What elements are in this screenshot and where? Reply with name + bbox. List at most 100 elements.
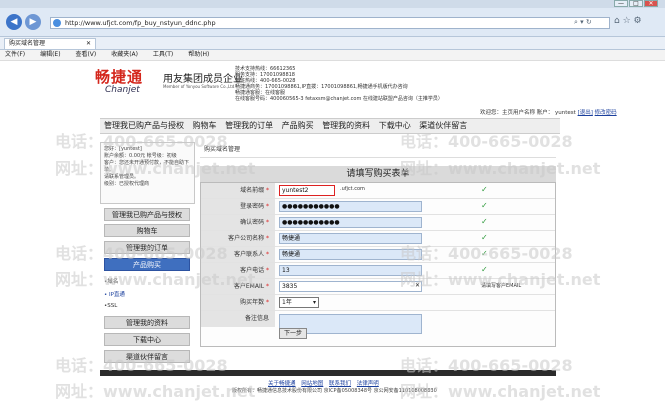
- tab-title: 购买域名管理: [9, 40, 46, 47]
- home-star-gear-icons[interactable]: ⌂ ☆ ⚙: [614, 16, 642, 26]
- next-button[interactable]: 下一步: [279, 328, 307, 339]
- footer-divider: [100, 370, 556, 376]
- user-greeting: 您好：[yuntest]: [104, 146, 142, 152]
- menu-bar: 文件(F) 编辑(E) 查看(V) 收藏夹(A) 工具(T) 帮助(H): [0, 50, 665, 61]
- account-name: yuntest: [555, 110, 576, 116]
- nav-download[interactable]: 下载中心: [379, 121, 411, 130]
- company-label: 客户公司名称 *: [201, 231, 275, 246]
- minimize-button[interactable]: —: [614, 0, 628, 7]
- nav-cart[interactable]: 购物车: [193, 121, 217, 130]
- row-years: 购买年数 * 1年 ▾: [201, 295, 555, 311]
- sidebar-item-orders[interactable]: 管理我的订单: [104, 241, 190, 254]
- sidebar-sub-ip[interactable]: • IP直通: [104, 290, 125, 298]
- top-navigation: 管理我已购产品与授权 购物车 管理我的订单 产品购买 管理我的资料 下载中心 渠…: [100, 118, 560, 134]
- check-icon: ✓: [481, 217, 488, 226]
- contact-input[interactable]: 畅捷通: [279, 249, 422, 260]
- menu-view[interactable]: 查看(V): [75, 51, 96, 58]
- row-password: 登录密码 * ●●●●●●●●●●● ✓: [201, 199, 555, 215]
- close-window-button[interactable]: ✕: [644, 0, 658, 7]
- domain-suffix: .ufjct.com: [340, 186, 365, 192]
- window-titlebar: [0, 0, 665, 8]
- forward-arrow-icon[interactable]: ▶: [25, 14, 41, 30]
- years-selected-value: 1年: [282, 299, 292, 306]
- password-input[interactable]: ●●●●●●●●●●●: [279, 201, 422, 212]
- user-info-box: 您好：[yuntest] 账户余额：0.00元 帐号级：初级 客户：您还未开通预…: [100, 142, 195, 204]
- menu-tools[interactable]: 工具(T): [153, 51, 173, 58]
- back-arrow-icon[interactable]: ◀: [6, 14, 22, 30]
- chanjet-logo-en: Chanjet: [105, 85, 140, 95]
- user-notice-2: 请联系管理员。: [104, 174, 140, 180]
- contact-label: 客户联系人 *: [201, 247, 275, 262]
- logout-link[interactable]: [退出]: [578, 110, 593, 116]
- tab-close-icon[interactable]: ✕: [86, 39, 91, 49]
- check-icon: ✓: [481, 249, 488, 258]
- maximize-button[interactable]: □: [629, 0, 643, 7]
- domain-label: 域名前缀 *: [201, 183, 275, 198]
- check-icon: ✓: [481, 201, 488, 210]
- row-remark: 备注信息: [201, 311, 555, 334]
- chanjet-logo: 畅捷通: [95, 68, 144, 86]
- row-email: 客户EMAIL * 3835 ✕ 请填写客户EMAIL: [201, 279, 555, 295]
- email-label: 客户EMAIL *: [201, 279, 275, 294]
- menu-file[interactable]: 文件(F): [5, 51, 25, 58]
- tab-domain-management[interactable]: 购买域名管理 ✕: [4, 38, 96, 49]
- company-input[interactable]: 畅捷通: [279, 233, 422, 244]
- nav-licenses[interactable]: 管理我已购产品与授权: [104, 121, 184, 130]
- confirm-password-label: 确认密码 *: [201, 215, 275, 230]
- row-contact: 客户联系人 * 畅捷通 ✓: [201, 247, 555, 263]
- check-icon: ✓: [481, 265, 488, 274]
- email-hint: 请填写客户EMAIL: [481, 283, 522, 289]
- ie-page-icon: [53, 19, 61, 27]
- confirm-password-input[interactable]: ●●●●●●●●●●●: [279, 217, 422, 228]
- support-line: 在线客服号码：400060565-3 fetaxsm@chanjet.com 在…: [235, 96, 443, 102]
- sidebar-item-message[interactable]: 渠道伙伴留言: [104, 350, 190, 363]
- menu-help[interactable]: 帮助(H): [188, 51, 209, 58]
- row-confirm-password: 确认密码 * ●●●●●●●●●●● ✓: [201, 215, 555, 231]
- nav-profile[interactable]: 管理我的资料: [322, 121, 370, 130]
- partner-subtitle: Member of Yonyou Software Co.,Ltd.: [163, 84, 236, 89]
- sidebar-sub-ssl[interactable]: •SSL: [104, 303, 117, 309]
- search-refresh-icon[interactable]: ⌕ ▾ ↻: [574, 18, 592, 27]
- nav-message[interactable]: 渠道伙伴留言: [419, 121, 467, 130]
- welcome-prefix: 欢迎您：主页用户名称: [480, 110, 536, 116]
- sidebar-item-download[interactable]: 下载中心: [104, 333, 190, 346]
- remark-label: 备注信息: [201, 311, 275, 327]
- clear-icon[interactable]: ✕: [415, 282, 420, 289]
- welcome-bar: 欢迎您：主页用户名称 账户： yuntest [退出] 修改密码: [480, 108, 617, 116]
- footer-copyright: 版权所有：畅捷通信息技术股份有限公司 京ICP备05008348号 京公网安备1…: [232, 388, 437, 394]
- form-title: 请填写购买表单: [200, 166, 556, 183]
- footer-links: 关于畅捷通 网站地图 联系我们 法律声明: [268, 379, 383, 387]
- years-label: 购买年数 *: [201, 295, 275, 310]
- password-label: 登录密码 *: [201, 199, 275, 214]
- sidebar-item-cart[interactable]: 购物车: [104, 224, 190, 237]
- watermark-site: 网址：www.chanjet.net: [55, 382, 256, 401]
- domain-input[interactable]: yuntest2: [279, 185, 335, 196]
- years-select[interactable]: 1年 ▾: [279, 297, 319, 308]
- breadcrumb: 购买域名管理: [200, 142, 556, 158]
- row-domain: 域名前缀 * yuntest2 .ufjct.com ✓: [201, 183, 555, 199]
- sidebar-item-licenses[interactable]: 管理我已购产品与授权: [104, 208, 190, 221]
- chevron-down-icon: ▾: [312, 299, 316, 306]
- phone-label: 客户电话 *: [201, 263, 275, 278]
- change-password-link[interactable]: 修改密码: [595, 110, 617, 116]
- partner-title: 用友集团成员企业: [163, 74, 243, 85]
- phone-input[interactable]: 13: [279, 265, 422, 276]
- user-balance: 账户余额：0.00元 帐号级：初级: [104, 153, 177, 159]
- nav-buy[interactable]: 产品购买: [282, 121, 314, 130]
- menu-favorites[interactable]: 收藏夹(A): [111, 51, 138, 58]
- sidebar-item-profile[interactable]: 管理我的资料: [104, 316, 190, 329]
- check-icon: ✓: [481, 185, 488, 194]
- user-level: 级别：已授权代理商: [104, 181, 150, 187]
- account-label: 账户：: [536, 110, 554, 116]
- menu-edit[interactable]: 编辑(E): [40, 51, 60, 58]
- nav-orders[interactable]: 管理我的订单: [225, 121, 273, 130]
- sidebar-sub-domain[interactable]: •域名: [104, 277, 118, 285]
- row-phone: 客户电话 * 13 ✓: [201, 263, 555, 279]
- tab-bar: [0, 37, 665, 50]
- email-input[interactable]: 3835: [279, 281, 422, 292]
- check-icon: ✓: [481, 233, 488, 242]
- row-company: 客户公司名称 * 畅捷通 ✓: [201, 231, 555, 247]
- address-bar[interactable]: http://www.ufjct.com/fp_buy_nstyun_ddnc.…: [50, 17, 610, 29]
- user-notice: 客户：您还未开通预付款，不能自助下单。: [104, 160, 190, 173]
- sidebar-item-buy[interactable]: 产品购买: [104, 258, 190, 271]
